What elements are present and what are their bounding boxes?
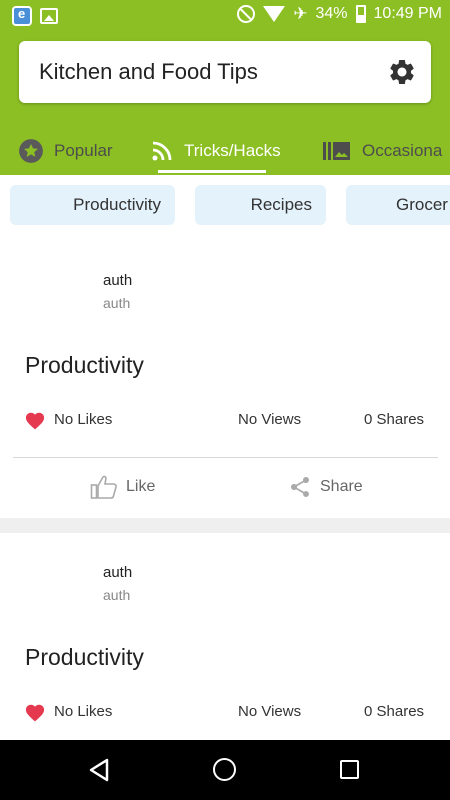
likes-count: No Likes bbox=[54, 411, 113, 428]
rss-icon bbox=[152, 141, 172, 161]
author-subtitle: auth bbox=[103, 587, 131, 603]
clock: 10:49 PM bbox=[373, 5, 442, 22]
author-name[interactable]: auth bbox=[103, 272, 132, 289]
back-button[interactable] bbox=[88, 758, 110, 787]
tab-occasional-label: Occasiona bbox=[362, 141, 443, 160]
system-nav-bar bbox=[0, 740, 450, 800]
post-card[interactable]: auth auth Productivity No Likes No Views… bbox=[0, 241, 450, 518]
heart-icon bbox=[25, 412, 45, 430]
like-button[interactable]: Like bbox=[90, 473, 155, 501]
status-right: ✈ 34% 10:49 PM bbox=[237, 5, 442, 23]
tab-occasional[interactable]: Occasiona bbox=[322, 127, 442, 175]
heart-icon bbox=[25, 704, 45, 722]
share-label: Share bbox=[320, 478, 363, 495]
like-label: Like bbox=[126, 478, 156, 495]
back-icon bbox=[89, 758, 109, 782]
card-separator bbox=[0, 518, 450, 533]
post-stats: No Likes No Views 0 Shares bbox=[0, 407, 450, 433]
chip-groceries[interactable]: Grocer bbox=[346, 185, 450, 225]
tab-tricks-hacks[interactable]: Tricks/Hacks bbox=[150, 127, 281, 175]
post-stats: No Likes No Views 0 Shares bbox=[0, 699, 450, 725]
active-tab-indicator bbox=[158, 170, 266, 173]
battery-icon bbox=[355, 5, 366, 23]
status-left bbox=[12, 6, 58, 26]
app-title: Kitchen and Food Tips bbox=[39, 59, 258, 84]
author-subtitle: auth bbox=[103, 295, 131, 311]
share-button[interactable]: Share bbox=[288, 473, 363, 501]
settings-button[interactable] bbox=[387, 57, 417, 87]
shares-count: 0 Shares bbox=[364, 411, 425, 428]
category-tabs: Popular Tricks/Hacks Occasiona bbox=[0, 127, 450, 175]
share-icon bbox=[291, 477, 309, 497]
tab-popular-label: Popular bbox=[54, 141, 113, 160]
divider bbox=[13, 457, 438, 458]
wifi-icon bbox=[263, 6, 286, 22]
tab-tricks-hacks-label: Tricks/Hacks bbox=[184, 141, 281, 160]
subcategory-chips: Productivity Recipes Grocer bbox=[0, 175, 450, 241]
do-not-disturb-icon bbox=[237, 5, 256, 23]
chip-productivity[interactable]: Productivity bbox=[10, 185, 175, 225]
app-notification-icon bbox=[12, 6, 32, 26]
image-notification-icon bbox=[40, 8, 58, 24]
star-icon bbox=[19, 139, 43, 163]
post-card[interactable]: auth auth Productivity No Likes No Views… bbox=[0, 533, 450, 740]
likes-count: No Likes bbox=[54, 703, 113, 720]
gallery-icon bbox=[323, 142, 350, 160]
chip-recipes[interactable]: Recipes bbox=[195, 185, 326, 225]
views-count: No Views bbox=[238, 703, 302, 720]
posts-feed[interactable]: auth auth Productivity No Likes No Views… bbox=[0, 241, 450, 740]
views-count: No Views bbox=[238, 411, 302, 428]
author-name[interactable]: auth bbox=[103, 564, 132, 581]
app-header: Kitchen and Food Tips Popular Tricks/Hac… bbox=[0, 32, 450, 175]
status-bar: ✈ 34% 10:49 PM bbox=[0, 0, 450, 32]
tab-popular[interactable]: Popular bbox=[18, 127, 113, 175]
gear-icon bbox=[390, 59, 414, 84]
post-title[interactable]: Productivity bbox=[25, 352, 144, 379]
recents-button[interactable] bbox=[340, 760, 359, 779]
airplane-mode-icon: ✈ bbox=[293, 4, 308, 23]
post-title[interactable]: Productivity bbox=[25, 644, 144, 671]
shares-count: 0 Shares bbox=[364, 703, 425, 720]
title-card: Kitchen and Food Tips bbox=[19, 41, 431, 103]
battery-percent: 34% bbox=[315, 5, 348, 22]
home-button[interactable] bbox=[213, 758, 236, 781]
thumbs-up-icon bbox=[90, 475, 117, 499]
